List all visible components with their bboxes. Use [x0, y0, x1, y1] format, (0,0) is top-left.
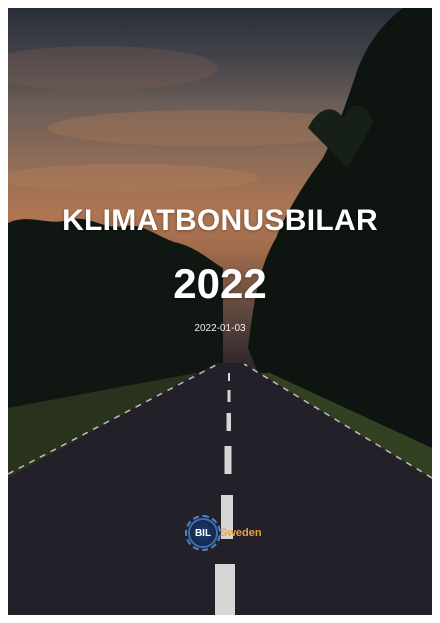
cover-date: 2022-01-03 — [194, 323, 246, 334]
cover-page: KLIMATBONUSBILAR 2022 2022-01-03 BIL Swe… — [8, 8, 432, 615]
logo-mark-icon: BIL — [185, 515, 221, 551]
logo-wordmark: Sweden — [220, 527, 262, 539]
bil-sweden-logo: BIL Sweden — [185, 515, 262, 551]
logo-mark-text: BIL — [194, 527, 212, 539]
cover-year: 2022 — [173, 260, 267, 307]
cover-title: KLIMATBONUSBILAR — [62, 204, 378, 237]
